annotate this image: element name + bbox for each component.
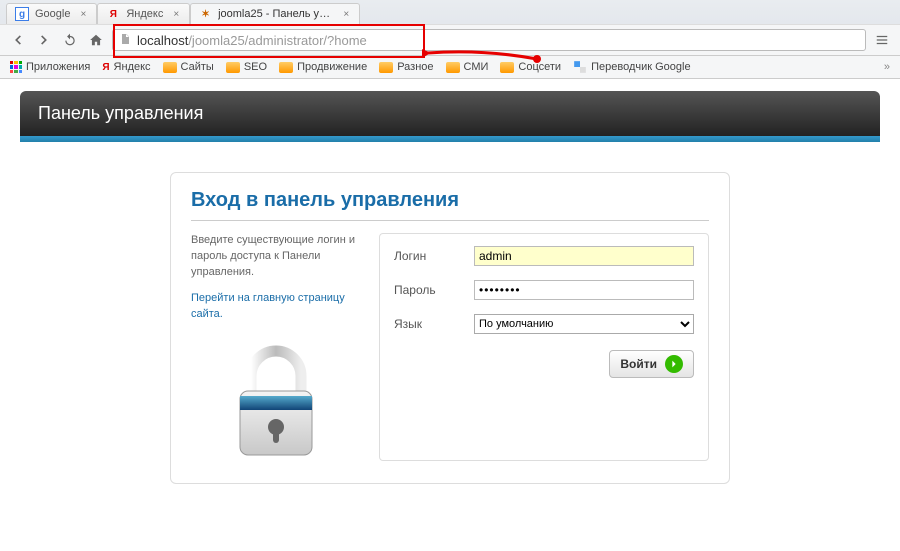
bookmark-social[interactable]: Соцсети — [500, 61, 561, 73]
page-icon — [119, 32, 131, 49]
close-icon[interactable]: × — [173, 9, 179, 20]
bookmark-promo[interactable]: Продвижение — [279, 61, 367, 73]
bookmark-label: Сайты — [181, 61, 214, 73]
home-button[interactable] — [86, 30, 106, 50]
bookmark-label: SEO — [244, 61, 267, 73]
field-language: Язык По умолчанию — [394, 314, 694, 334]
login-label: Логин — [394, 249, 474, 263]
url-path: /joomla25/administrator/?home — [188, 33, 366, 48]
arrow-right-icon — [665, 355, 683, 373]
url-host: localhost — [137, 33, 188, 48]
tab-google[interactable]: g Google × — [6, 3, 97, 24]
language-select[interactable]: По умолчанию — [474, 314, 694, 334]
forward-button[interactable] — [34, 30, 54, 50]
tab-yandex[interactable]: Я Яндекс × — [97, 3, 190, 24]
folder-icon — [379, 62, 393, 73]
page-content: Панель управления Вход в панель управлен… — [0, 79, 900, 551]
reload-button[interactable] — [60, 30, 80, 50]
chevron-right-icon[interactable]: » — [884, 61, 890, 73]
login-form: Логин Пароль Язык По умолчанию — [379, 233, 709, 461]
folder-icon — [279, 62, 293, 73]
tab-joomla[interactable]: ✶ joomla25 - Панель управ × — [190, 3, 360, 24]
bookmark-label: СМИ — [464, 61, 489, 73]
password-label: Пароль — [394, 283, 474, 297]
site-home-link[interactable]: Перейти на главную страницу сайта. — [191, 291, 361, 323]
tab-strip: g Google × Я Яндекс × ✶ joomla25 - Панел… — [0, 0, 900, 24]
folder-icon — [226, 62, 240, 73]
address-bar[interactable]: localhost/joomla25/administrator/?home — [112, 29, 866, 51]
bookmark-seo[interactable]: SEO — [226, 61, 267, 73]
lock-illustration — [191, 341, 361, 461]
folder-icon — [163, 62, 177, 73]
bookmark-label: Соцсети — [518, 61, 561, 73]
admin-body: Вход в панель управления Введите существ… — [20, 142, 880, 524]
page-title: Панель управления — [38, 103, 203, 123]
submit-label: Войти — [620, 357, 657, 371]
login-description: Введите существующие логин и пароль дост… — [191, 233, 361, 461]
admin-app: Панель управления Вход в панель управлен… — [20, 91, 880, 524]
tab-label: Яндекс — [126, 8, 163, 20]
bookmark-translator[interactable]: Переводчик Google — [573, 60, 691, 74]
menu-button[interactable] — [872, 30, 892, 50]
apps-label: Приложения — [26, 61, 90, 73]
google-favicon: g — [15, 7, 29, 21]
field-login: Логин — [394, 246, 694, 266]
bookmark-label: Яндекс — [114, 61, 151, 73]
admin-header: Панель управления — [20, 91, 880, 136]
login-title: Вход в панель управления — [191, 189, 709, 221]
yandex-favicon: Я — [106, 7, 120, 21]
bookmark-media[interactable]: СМИ — [446, 61, 489, 73]
bookmark-label: Переводчик Google — [591, 61, 691, 73]
language-label: Язык — [394, 317, 474, 331]
bookmark-label: Разное — [397, 61, 433, 73]
joomla-favicon: ✶ — [199, 7, 212, 21]
close-icon[interactable]: × — [343, 9, 349, 20]
login-panel: Вход в панель управления Введите существ… — [170, 172, 730, 484]
field-password: Пароль — [394, 280, 694, 300]
folder-icon — [500, 62, 514, 73]
tab-label: Google — [35, 8, 70, 20]
login-input[interactable] — [474, 246, 694, 266]
login-intro-text: Введите существующие логин и пароль дост… — [191, 234, 355, 278]
apps-button[interactable]: Приложения — [10, 61, 90, 73]
bookmark-yandex[interactable]: Я Яндекс — [102, 61, 150, 73]
browser-chrome: g Google × Я Яндекс × ✶ joomla25 - Панел… — [0, 0, 900, 79]
submit-button[interactable]: Войти — [609, 350, 694, 378]
tab-label: joomla25 - Панель управ — [218, 8, 333, 20]
translate-icon — [573, 60, 587, 74]
bookmark-misc[interactable]: Разное — [379, 61, 433, 73]
close-icon[interactable]: × — [80, 9, 86, 20]
folder-icon — [446, 62, 460, 73]
yandex-icon: Я — [102, 62, 109, 73]
back-button[interactable] — [8, 30, 28, 50]
bookmarks-bar: Приложения Я Яндекс Сайты SEO Продвижени… — [0, 56, 900, 79]
apps-icon — [10, 61, 22, 73]
bookmark-sites[interactable]: Сайты — [163, 61, 214, 73]
lock-icon — [226, 341, 326, 461]
toolbar: localhost/joomla25/administrator/?home — [0, 24, 900, 56]
bookmark-label: Продвижение — [297, 61, 367, 73]
password-input[interactable] — [474, 280, 694, 300]
